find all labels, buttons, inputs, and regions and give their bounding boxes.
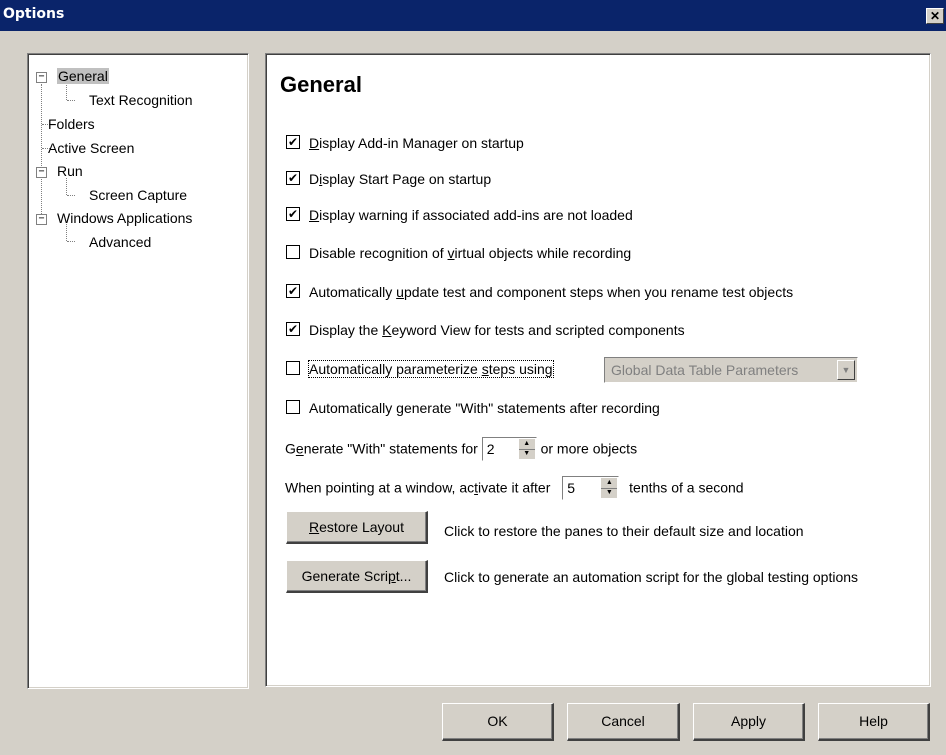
- tree-line: [41, 84, 42, 176]
- window-title: Options: [3, 6, 65, 22]
- restore-layout-description: Click to restore the panes to their defa…: [444, 523, 804, 539]
- tree-item-text-recognition[interactable]: Text Recognition: [89, 92, 193, 108]
- activate-window-setting: When pointing at a window, activate it a…: [285, 476, 744, 501]
- parameter-type-dropdown[interactable]: Global Data Table Parameters ▼: [604, 357, 858, 383]
- option-disable-virtual-objects[interactable]: Disable recognition of virtual objects w…: [286, 245, 631, 261]
- tree-line: [67, 195, 75, 196]
- tree-line: [41, 176, 42, 216]
- generate-script-button[interactable]: Generate Script...: [286, 560, 428, 593]
- checkbox[interactable]: [286, 361, 300, 376]
- tree-line: [67, 241, 75, 242]
- apply-button[interactable]: Apply: [693, 703, 805, 741]
- checkbox[interactable]: ✔: [286, 207, 300, 222]
- option-auto-update-steps[interactable]: ✔ Automatically update test and component…: [286, 284, 793, 300]
- title-bar: Options ✕: [0, 0, 946, 31]
- tree-item-general[interactable]: General: [57, 68, 109, 84]
- tree-item-windows-applications[interactable]: Windows Applications: [57, 210, 192, 226]
- collapse-icon[interactable]: −: [36, 72, 47, 83]
- tree-item-folders[interactable]: Folders: [48, 116, 95, 132]
- help-button[interactable]: Help: [818, 703, 930, 741]
- option-auto-generate-with[interactable]: Automatically generate "With" statements…: [286, 400, 660, 416]
- tree-line: [66, 83, 67, 100]
- dropdown-value: Global Data Table Parameters: [611, 362, 799, 378]
- option-display-keyword-view[interactable]: ✔ Display the Keyword View for tests and …: [286, 322, 685, 338]
- option-display-addin-warning[interactable]: ✔ Display warning if associated add-ins a…: [286, 207, 633, 223]
- checkbox[interactable]: ✔: [286, 135, 300, 150]
- tree-item-advanced[interactable]: Advanced: [89, 234, 151, 250]
- chevron-down-icon[interactable]: ▼: [837, 360, 855, 380]
- tree-line: [66, 178, 67, 195]
- option-display-start-page[interactable]: ✔ Display Start Page on startup: [286, 171, 491, 187]
- with-objects-stepper[interactable]: 2 ▲ ▼: [481, 437, 537, 461]
- tree-line: [67, 100, 75, 101]
- stepper-value[interactable]: 5: [567, 480, 575, 496]
- spin-down-icon[interactable]: ▼: [601, 488, 617, 498]
- ok-button[interactable]: OK: [442, 703, 554, 741]
- tree-line: [66, 224, 67, 241]
- tree-item-screen-capture[interactable]: Screen Capture: [89, 187, 187, 203]
- close-icon[interactable]: ✕: [926, 8, 944, 24]
- checkbox[interactable]: ✔: [286, 284, 300, 299]
- spin-down-icon[interactable]: ▼: [519, 449, 535, 459]
- stepper-value[interactable]: 2: [487, 441, 495, 457]
- option-auto-parameterize[interactable]: Automatically parameterize steps using: [286, 360, 554, 378]
- generate-script-description: Click to generate an automation script f…: [444, 569, 859, 585]
- options-tree[interactable]: − General Text Recognition Folders Activ…: [27, 53, 249, 689]
- general-options-panel: General ✔ Display Add-in Manager on start…: [265, 53, 931, 687]
- checkbox[interactable]: [286, 245, 300, 260]
- collapse-icon[interactable]: −: [36, 167, 47, 178]
- tree-item-active-screen[interactable]: Active Screen: [48, 140, 134, 156]
- checkbox[interactable]: ✔: [286, 322, 300, 337]
- option-display-addin-manager[interactable]: ✔ Display Add-in Manager on startup: [286, 135, 524, 151]
- collapse-icon[interactable]: −: [36, 214, 47, 225]
- checkbox[interactable]: ✔: [286, 171, 300, 186]
- tree-item-run[interactable]: Run: [57, 163, 83, 179]
- with-statements-setting: Generate "With" statements for 2 ▲ ▼ or …: [285, 437, 637, 462]
- panel-heading: General: [280, 72, 362, 97]
- restore-layout-button[interactable]: Restore Layout: [286, 511, 428, 544]
- cancel-button[interactable]: Cancel: [567, 703, 680, 741]
- activate-delay-stepper[interactable]: 5 ▲ ▼: [562, 476, 620, 500]
- checkbox[interactable]: [286, 400, 300, 415]
